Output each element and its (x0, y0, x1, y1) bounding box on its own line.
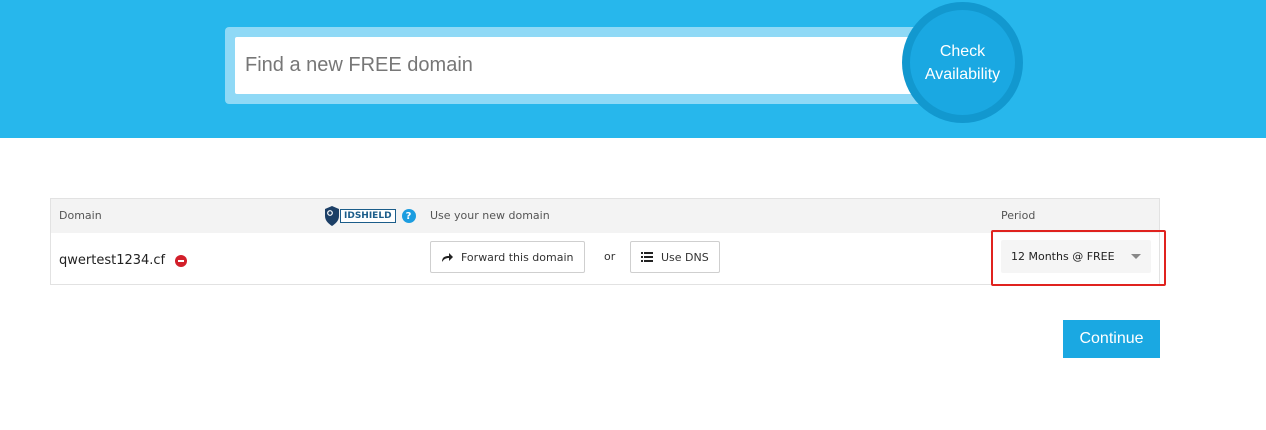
use-dns-button[interactable]: Use DNS (630, 241, 720, 273)
forward-domain-button[interactable]: Forward this domain (430, 241, 585, 273)
check-availability-button[interactable]: Check Availability (902, 2, 1023, 123)
table-header: Domain IDSHIELD ? Use your new domain Pe… (51, 199, 1159, 233)
forward-arrow-icon (441, 252, 453, 263)
domain-search-input[interactable] (235, 37, 917, 94)
remove-icon[interactable] (175, 255, 187, 267)
idshield-label: IDSHIELD (340, 209, 396, 223)
period-select[interactable]: 12 Months @ FREE (1001, 240, 1151, 273)
help-icon[interactable]: ? (401, 209, 416, 223)
list-icon (641, 252, 653, 262)
hero-banner: Check Availability (0, 0, 1266, 138)
domain-name: qwertest1234.cf (59, 253, 166, 268)
idshield-badge: IDSHIELD ? (324, 205, 416, 227)
check-availability-label-line2: Availability (924, 65, 1001, 83)
header-use-new-domain: Use your new domain (430, 209, 550, 222)
header-period: Period (1001, 209, 1036, 222)
or-text: or (604, 250, 616, 263)
continue-button[interactable]: Continue (1063, 320, 1160, 358)
use-dns-label: Use DNS (661, 250, 709, 264)
search-box (225, 27, 925, 104)
chevron-down-icon (1131, 254, 1141, 259)
check-availability-label-line1: Check (939, 42, 986, 60)
forward-domain-label: Forward this domain (461, 250, 574, 264)
header-domain: Domain (59, 209, 102, 222)
idshield-shield-icon (324, 205, 340, 227)
period-selected-value: 12 Months @ FREE (1011, 250, 1115, 263)
